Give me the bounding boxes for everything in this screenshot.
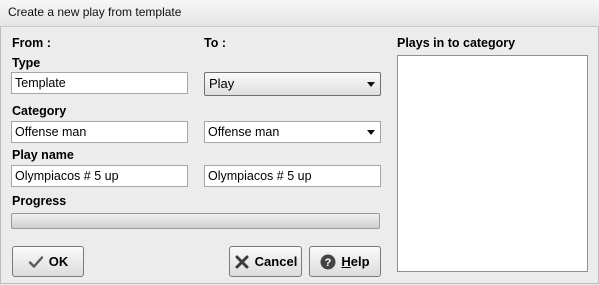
to-type-value: Play [209,76,235,91]
help-label-rest: elp [350,254,370,269]
x-icon [234,254,250,270]
title-bar: Create a new play from template [0,0,599,27]
question-icon: ? [320,254,336,270]
cancel-button[interactable]: Cancel [229,246,302,277]
to-category-select[interactable]: Offense man [204,121,381,143]
help-button[interactable]: ? Help [309,246,381,277]
chevron-down-icon [367,130,375,135]
from-category-field[interactable]: Offense man [11,121,188,143]
dialog-body: From : Type Template Category Offense ma… [0,27,599,284]
to-type-select[interactable]: Play [204,72,381,96]
from-type-field[interactable]: Template [11,72,188,94]
from-type-label: Type [12,56,41,70]
window-title: Create a new play from template [8,5,182,19]
help-mnemonic: H [341,254,351,269]
cancel-label: Cancel [254,254,298,269]
ok-button[interactable]: OK [12,246,84,277]
from-playname-label: Play name [12,148,74,162]
plays-listbox[interactable] [397,55,588,272]
from-playname-field[interactable]: Olympiacos # 5 up [11,165,188,187]
plays-list-header: Plays in to category [397,36,516,50]
chevron-down-icon [367,82,375,87]
to-playname-field[interactable]: Olympiacos # 5 up [204,165,381,187]
to-category-value: Offense man [208,125,280,139]
from-category-label: Category [12,104,67,118]
from-header: From : [12,36,51,50]
to-header: To : [204,36,226,50]
checkmark-icon [28,254,44,270]
progress-bar [11,213,380,229]
help-label: Help [341,254,369,269]
progress-label: Progress [12,194,67,208]
svg-text:?: ? [325,257,332,269]
ok-label: OK [48,254,69,269]
